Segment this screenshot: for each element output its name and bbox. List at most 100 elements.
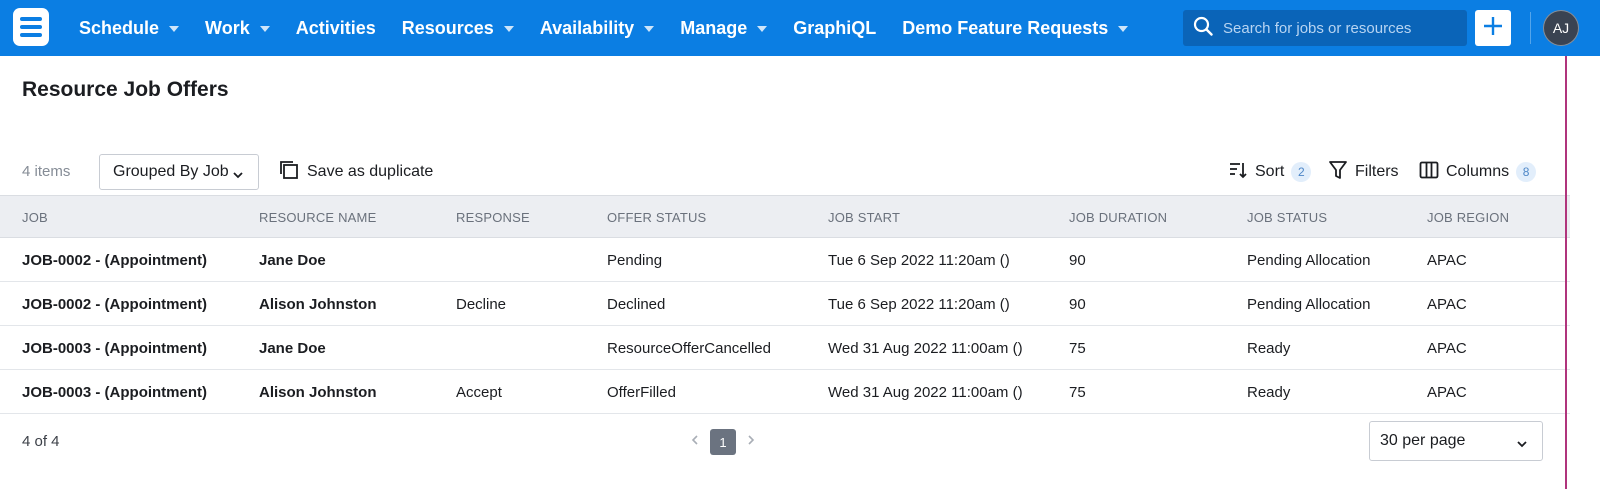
column-header-job-status[interactable]: JOB STATUS <box>1247 210 1327 225</box>
table-cell-offer-status: Declined <box>607 296 666 313</box>
group-by-label: Grouped By Job <box>113 163 229 180</box>
chevron-left-icon[interactable] <box>690 433 700 451</box>
sort-button[interactable]: Sort 2 <box>1228 154 1312 190</box>
table-cell-job-duration: 90 <box>1069 252 1086 269</box>
chevron-right-icon[interactable] <box>746 433 756 451</box>
window-edge-accent <box>1565 56 1567 489</box>
save-as-duplicate-label: Save as duplicate <box>307 163 434 180</box>
table-header: JOB RESOURCE NAME RESPONSE OFFER STATUS JOB … <box>0 195 1570 238</box>
column-header-resource-name[interactable]: RESOURCE NAME <box>259 210 376 225</box>
table-cell-job-region: APAC <box>1427 296 1467 313</box>
column-header-job-region[interactable]: JOB REGION <box>1427 210 1509 225</box>
table-cell-job-region: APAC <box>1427 384 1467 401</box>
nav-menu-work[interactable]: Work <box>192 0 283 56</box>
nav-menu-label: Manage <box>680 17 748 38</box>
table-cell-job-start: Tue 6 Sep 2022 11:20am () <box>828 296 1010 313</box>
pagination: 1 <box>690 429 756 455</box>
duplicate-icon <box>279 160 299 185</box>
nav-menu-label: Resources <box>401 17 494 38</box>
caret-down-icon <box>1118 26 1129 32</box>
columns-count-badge: 8 <box>1516 162 1537 182</box>
table-row[interactable]: JOB-0002 - (Appointment) Jane Doe Pending T… <box>0 238 1570 282</box>
column-header-job-start[interactable]: JOB START <box>828 210 900 225</box>
search-input[interactable] <box>1223 19 1453 37</box>
nav-menu-availability[interactable]: Availability <box>527 0 667 56</box>
caret-down-icon <box>644 26 655 32</box>
table-cell-job-status: Pending Allocation <box>1247 296 1371 313</box>
table-cell-offer-status: ResourceOfferCancelled <box>607 340 771 357</box>
table-body: JOB-0002 - (Appointment) Jane Doe Pending T… <box>0 238 1570 414</box>
nav-menu-label: GraphiQL <box>793 17 877 38</box>
nav-menu-demo-feature-requests[interactable]: Demo Feature Requests <box>889 0 1141 56</box>
per-page-select[interactable]: 30 per page <box>1369 421 1543 461</box>
search-icon <box>1193 16 1213 41</box>
page-number-button[interactable]: 1 <box>710 429 736 455</box>
nav-menu-schedule[interactable]: Schedule <box>66 0 192 56</box>
caret-down-icon <box>757 26 768 32</box>
table-cell-job-start: Tue 6 Sep 2022 11:20am () <box>828 252 1010 269</box>
pagination-count: 4 of 4 <box>22 433 60 450</box>
table-cell-job[interactable]: JOB-0002 - (Appointment) <box>22 296 207 313</box>
nav-divider <box>1530 12 1531 44</box>
save-as-duplicate-button[interactable]: Save as duplicate <box>279 154 433 190</box>
table-cell-job[interactable]: JOB-0002 - (Appointment) <box>22 252 207 269</box>
table-cell-job-start: Wed 31 Aug 2022 11:00am () <box>828 384 1023 401</box>
top-nav-bar: Schedule Work Activities Resources Availabil… <box>0 0 1600 56</box>
nav-menu-graphiql[interactable]: GraphiQL <box>780 0 889 56</box>
main-menu: Schedule Work Activities Resources Availabil… <box>66 0 1141 56</box>
group-by-select[interactable]: Grouped By Job <box>99 154 259 190</box>
chevron-down-icon <box>1516 436 1528 454</box>
table-cell-offer-status: Pending <box>607 252 663 269</box>
table-cell-resource-name: Alison Johnston <box>259 296 377 313</box>
table-cell-job[interactable]: JOB-0003 - (Appointment) <box>22 340 207 357</box>
table-cell-response: Accept <box>456 384 502 401</box>
nav-menu-label: Schedule <box>79 17 160 38</box>
table-cell-resource-name: Jane Doe <box>259 252 326 269</box>
table-cell-job-duration: 75 <box>1069 340 1086 357</box>
columns-label: Columns <box>1446 163 1510 180</box>
column-header-response[interactable]: RESPONSE <box>456 210 530 225</box>
job-offers-table: JOB RESOURCE NAME RESPONSE OFFER STATUS JOB … <box>0 195 1570 414</box>
caret-down-icon <box>169 26 180 32</box>
nav-menu-label: Demo Feature Requests <box>902 17 1109 38</box>
nav-menu-label: Work <box>205 17 250 38</box>
table-cell-job-duration: 75 <box>1069 384 1086 401</box>
sort-icon <box>1228 160 1248 185</box>
table-cell-job-status: Pending Allocation <box>1247 252 1371 269</box>
nav-menu-label: Availability <box>539 17 635 38</box>
column-header-job[interactable]: JOB <box>22 210 48 225</box>
caret-down-icon <box>503 26 514 32</box>
caret-down-icon <box>259 26 270 32</box>
nav-menu-label: Activities <box>295 17 376 38</box>
table-cell-job-status: Ready <box>1247 384 1291 401</box>
table-cell-job[interactable]: JOB-0003 - (Appointment) <box>22 384 207 401</box>
table-cell-job-status: Ready <box>1247 340 1291 357</box>
column-header-job-duration[interactable]: JOB DURATION <box>1069 210 1167 225</box>
list-toolbar: 4 items Grouped By Job Save as duplicate… <box>22 154 1578 190</box>
chevron-down-icon <box>232 167 244 185</box>
app-logo-icon[interactable] <box>13 8 49 46</box>
columns-button[interactable]: Columns 8 <box>1419 154 1537 190</box>
plus-icon <box>1482 15 1504 42</box>
table-cell-resource-name: Alison Johnston <box>259 384 377 401</box>
table-row[interactable]: JOB-0003 - (Appointment) Alison Johnston A… <box>0 370 1570 414</box>
global-search[interactable] <box>1183 10 1467 46</box>
sort-count-badge: 2 <box>1291 162 1312 182</box>
table-cell-resource-name: Jane Doe <box>259 340 326 357</box>
table-row[interactable]: JOB-0002 - (Appointment) Alison Johnston D… <box>0 282 1570 326</box>
table-row[interactable]: JOB-0003 - (Appointment) Jane Doe Resource… <box>0 326 1570 370</box>
filter-icon <box>1328 160 1348 185</box>
nav-menu-resources[interactable]: Resources <box>389 0 527 56</box>
filters-label: Filters <box>1355 163 1399 180</box>
add-button[interactable] <box>1475 10 1511 46</box>
nav-menu-manage[interactable]: Manage <box>667 0 780 56</box>
column-header-offer-status[interactable]: OFFER STATUS <box>607 210 706 225</box>
nav-menu-activities[interactable]: Activities <box>283 0 389 56</box>
page-title: Resource Job Offers <box>22 78 229 101</box>
columns-icon <box>1419 160 1439 185</box>
table-cell-job-start: Wed 31 Aug 2022 11:00am () <box>828 340 1023 357</box>
filters-button[interactable]: Filters <box>1328 154 1399 190</box>
sort-label: Sort <box>1255 163 1285 180</box>
user-avatar[interactable]: AJ <box>1543 10 1579 46</box>
item-count: 4 items <box>22 163 71 180</box>
